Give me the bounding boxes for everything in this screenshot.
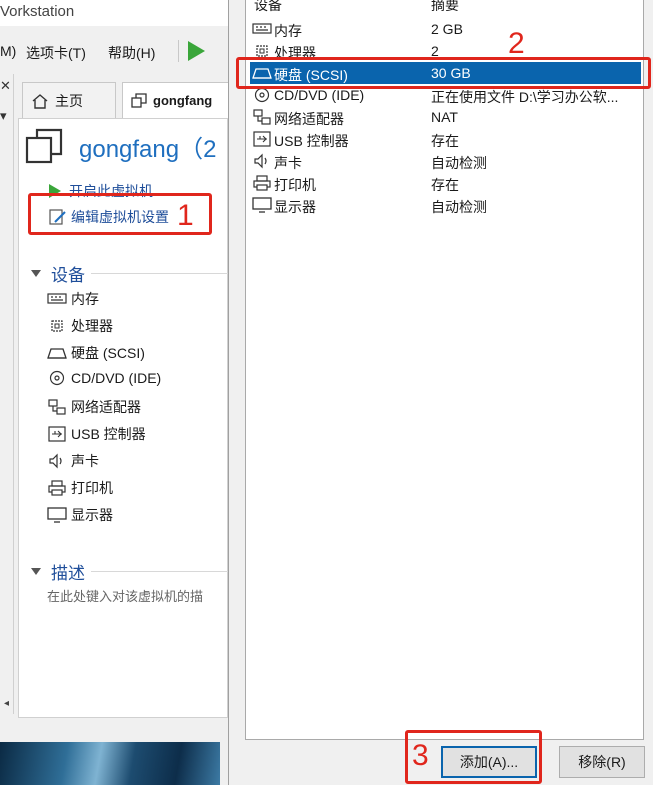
device-name: 声卡 xyxy=(274,155,302,171)
collapse-triangle-icon xyxy=(31,568,41,575)
device-row[interactable]: USB 控制器 存在 xyxy=(250,128,641,150)
play-icon[interactable] xyxy=(188,41,205,61)
tab-home[interactable]: 主页 xyxy=(22,82,116,118)
remove-button-label: 移除(R) xyxy=(578,754,626,770)
memory-icon xyxy=(47,291,67,307)
column-device[interactable]: 设备 xyxy=(254,0,282,15)
vm-header: gongfang（2 xyxy=(25,123,216,169)
vm-large-icon xyxy=(25,128,63,164)
network-icon xyxy=(47,399,67,415)
printer-icon xyxy=(47,480,67,496)
device-name: CD/DVD (IDE) xyxy=(274,87,365,103)
tab-vm[interactable]: gongfang xyxy=(122,82,228,118)
device-name: 网络适配器 xyxy=(274,111,344,127)
device-item[interactable]: 打印机 xyxy=(47,478,113,498)
column-summary[interactable]: 摘要 xyxy=(431,0,459,15)
device-row[interactable]: 内存 2 GB xyxy=(250,18,641,40)
menu-help[interactable]: 帮助(H) xyxy=(108,43,155,63)
remove-button[interactable]: 移除(R) xyxy=(559,746,645,778)
annotation-number-step1: 1 xyxy=(177,199,194,232)
device-item[interactable]: 声卡 xyxy=(47,451,99,471)
monitor-icon xyxy=(47,507,67,523)
device-item[interactable]: 硬盘 (SCSI) xyxy=(47,343,145,363)
vmware-main-window: Vorkstation M) 选项卡(T) 帮助(H) ✕ ▾ 主页 gongf… xyxy=(0,0,228,785)
device-summary: 自动检测 xyxy=(431,199,487,215)
device-label: 网络适配器 xyxy=(71,399,141,415)
vm-icon xyxy=(131,92,147,108)
device-item[interactable]: 内存 xyxy=(47,289,99,309)
usb-icon xyxy=(47,426,67,442)
menu-tabs[interactable]: 选项卡(T) xyxy=(26,43,86,63)
menu-bar: M) 选项卡(T) 帮助(H) xyxy=(0,36,228,66)
device-summary: 2 GB xyxy=(431,21,463,37)
device-row[interactable]: 打印机 存在 xyxy=(250,172,641,194)
printer-icon xyxy=(252,175,272,191)
collapse-icon[interactable]: ✕ xyxy=(0,78,11,94)
menu-vm[interactable]: M) xyxy=(0,43,16,59)
cd-icon xyxy=(47,370,67,386)
tab-bar: 主页 gongfang xyxy=(18,82,228,118)
chevron-down-icon[interactable]: ▾ xyxy=(0,108,7,124)
device-name: 打印机 xyxy=(274,177,316,193)
device-row[interactable]: 声卡 自动检测 xyxy=(250,150,641,172)
list-header: 设备 摘要 xyxy=(246,0,643,13)
monitor-icon xyxy=(252,197,272,213)
device-summary: 存在 xyxy=(431,133,459,149)
network-icon xyxy=(252,109,272,125)
speaker-icon xyxy=(252,153,272,169)
description-section-header[interactable]: 描述 xyxy=(31,559,228,584)
device-name: 显示器 xyxy=(274,199,316,215)
device-label: 硬盘 (SCSI) xyxy=(71,345,145,361)
device-name: 内存 xyxy=(274,23,302,39)
device-summary: 存在 xyxy=(431,177,459,193)
description-section-title: 描述 xyxy=(51,564,85,583)
memory-icon xyxy=(252,21,272,37)
device-row[interactable]: 显示器 自动检测 xyxy=(250,194,641,216)
device-label: 声卡 xyxy=(71,453,99,469)
devices-section-header[interactable]: 设备 xyxy=(31,261,228,286)
vm-title: gongfang（2 xyxy=(79,135,217,163)
device-label: 处理器 xyxy=(71,318,113,334)
device-label: 内存 xyxy=(71,291,99,307)
desktop-wallpaper xyxy=(0,742,220,785)
device-item[interactable]: 处理器 xyxy=(47,316,113,336)
device-item[interactable]: 显示器 xyxy=(47,505,113,525)
disk-icon xyxy=(47,345,67,361)
device-row[interactable]: 网络适配器 NAT xyxy=(250,106,641,128)
cpu-icon xyxy=(47,318,67,334)
scroll-left-icon[interactable]: ◂ xyxy=(4,698,9,709)
cd-icon xyxy=(252,87,272,103)
collapse-triangle-icon xyxy=(31,270,41,277)
library-panel-edge: ✕ ▾ xyxy=(0,74,14,714)
device-label: USB 控制器 xyxy=(71,426,146,442)
devices-section-title: 设备 xyxy=(51,266,85,285)
window-title: Vorkstation xyxy=(0,0,228,26)
annotation-number-step2: 2 xyxy=(508,27,525,60)
device-name: USB 控制器 xyxy=(274,133,349,149)
tab-home-label: 主页 xyxy=(55,92,83,109)
description-hint[interactable]: 在此处键入对该虚拟机的描 xyxy=(47,586,203,605)
annotation-box-step2 xyxy=(236,57,651,89)
speaker-icon xyxy=(47,453,67,469)
usb-icon xyxy=(252,131,272,147)
device-label: CD/DVD (IDE) xyxy=(71,370,162,386)
device-item[interactable]: CD/DVD (IDE) xyxy=(47,370,161,386)
section-divider xyxy=(91,273,228,274)
toolbar-separator xyxy=(178,40,179,62)
device-item[interactable]: USB 控制器 xyxy=(47,424,146,444)
hardware-device-list: 设备 摘要 内存 2 GB 处理器 2 硬盘 (SCSI) 30 GB CD/DVD (ID… xyxy=(245,0,644,740)
home-icon xyxy=(32,93,48,109)
device-summary: 正在使用文件 D:\学习办公软... xyxy=(431,89,619,105)
section-divider xyxy=(91,571,228,572)
device-item[interactable]: 网络适配器 xyxy=(47,397,141,417)
device-label: 显示器 xyxy=(71,507,113,523)
device-summary: NAT xyxy=(431,109,458,125)
device-label: 打印机 xyxy=(71,480,113,496)
annotation-number-step3: 3 xyxy=(412,739,429,772)
vm-settings-dialog: 设备 摘要 内存 2 GB 处理器 2 硬盘 (SCSI) 30 GB CD/DVD (ID… xyxy=(228,0,653,785)
tab-vm-label: gongfang xyxy=(153,93,213,108)
device-summary: 自动检测 xyxy=(431,155,487,171)
